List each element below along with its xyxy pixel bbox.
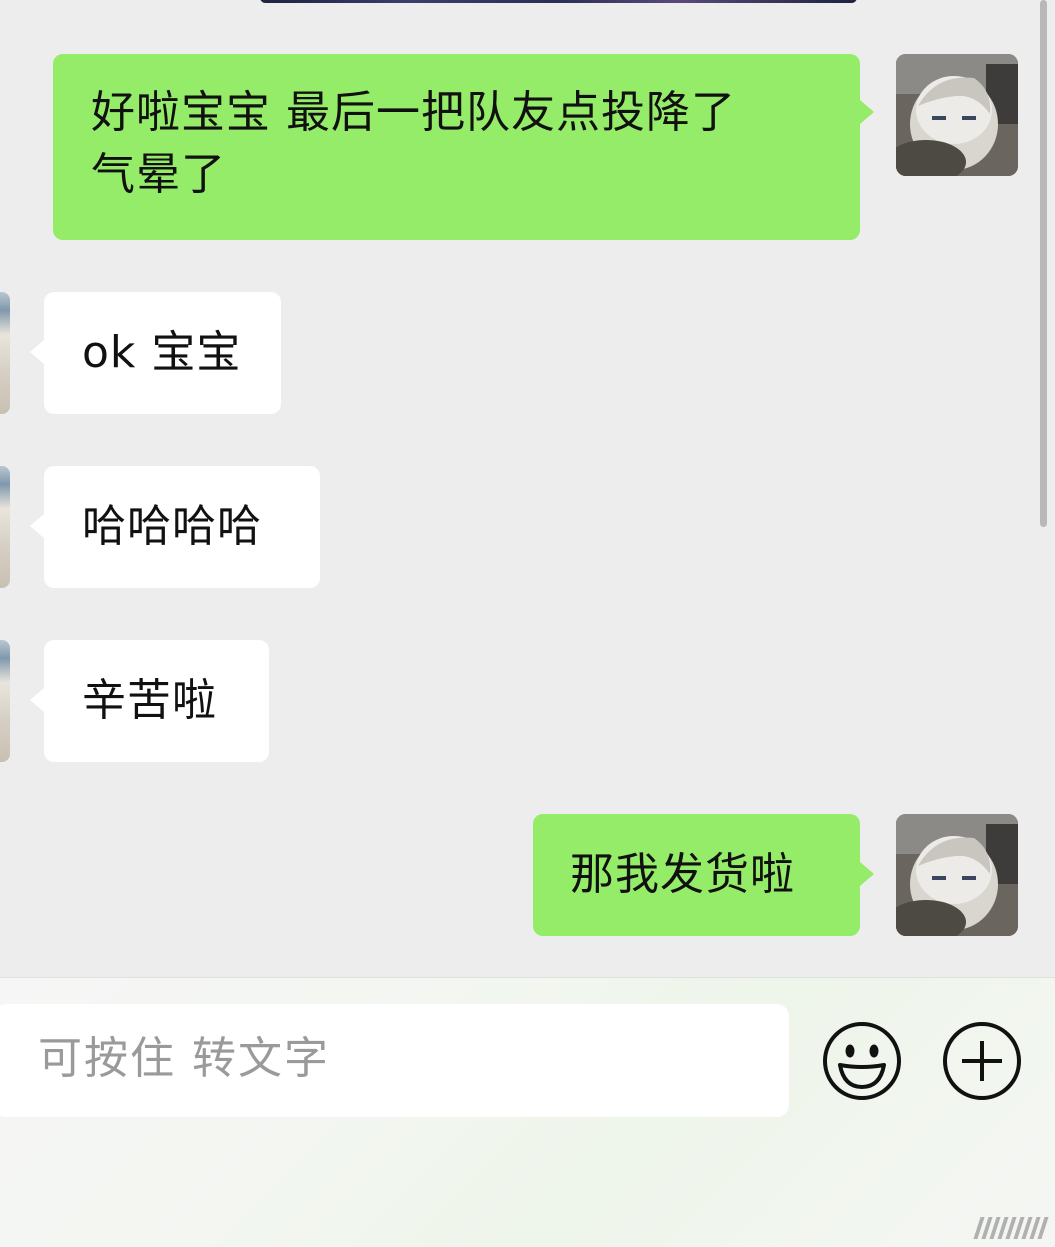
message-bubble-sent[interactable]: 好啦宝宝 最后一把队友点投降了 气晕了 <box>53 54 860 240</box>
avatar-image <box>896 54 1018 176</box>
voice-input-field[interactable]: 可按住 转文字 <box>0 1004 789 1117</box>
input-bar: 可按住 转文字 <box>0 977 1055 1247</box>
image-message-partial[interactable] <box>260 0 857 3</box>
watermark <box>973 1217 1049 1239</box>
input-placeholder: 可按住 转文字 <box>38 1033 330 1084</box>
plus-circle-icon <box>943 1022 1021 1100</box>
scrollbar[interactable] <box>1040 0 1047 527</box>
message-bubble-received[interactable]: 辛苦啦 <box>44 640 269 762</box>
avatar-image <box>896 814 1018 936</box>
bubble-tail <box>860 100 874 124</box>
contact-avatar[interactable] <box>0 292 10 414</box>
bubble-tail <box>30 688 44 712</box>
message-bubble-received[interactable]: ok 宝宝 <box>44 292 281 414</box>
contact-avatar[interactable] <box>0 640 10 762</box>
more-button[interactable] <box>942 1021 1022 1101</box>
smiley-face-icon <box>823 1022 901 1100</box>
bubble-tail <box>30 340 44 364</box>
emoji-button[interactable] <box>822 1021 902 1101</box>
bubble-tail <box>860 862 874 886</box>
my-avatar[interactable] <box>896 814 1018 936</box>
contact-avatar[interactable] <box>0 466 10 588</box>
my-avatar[interactable] <box>896 54 1018 176</box>
chat-area[interactable]: 好啦宝宝 最后一把队友点投降了 气晕了 ok 宝宝 哈哈哈哈 辛苦啦 那我发货啦 <box>0 0 1055 977</box>
message-bubble-received[interactable]: 哈哈哈哈 <box>44 466 320 588</box>
message-bubble-sent[interactable]: 那我发货啦 <box>533 814 860 936</box>
bubble-tail <box>30 514 44 538</box>
